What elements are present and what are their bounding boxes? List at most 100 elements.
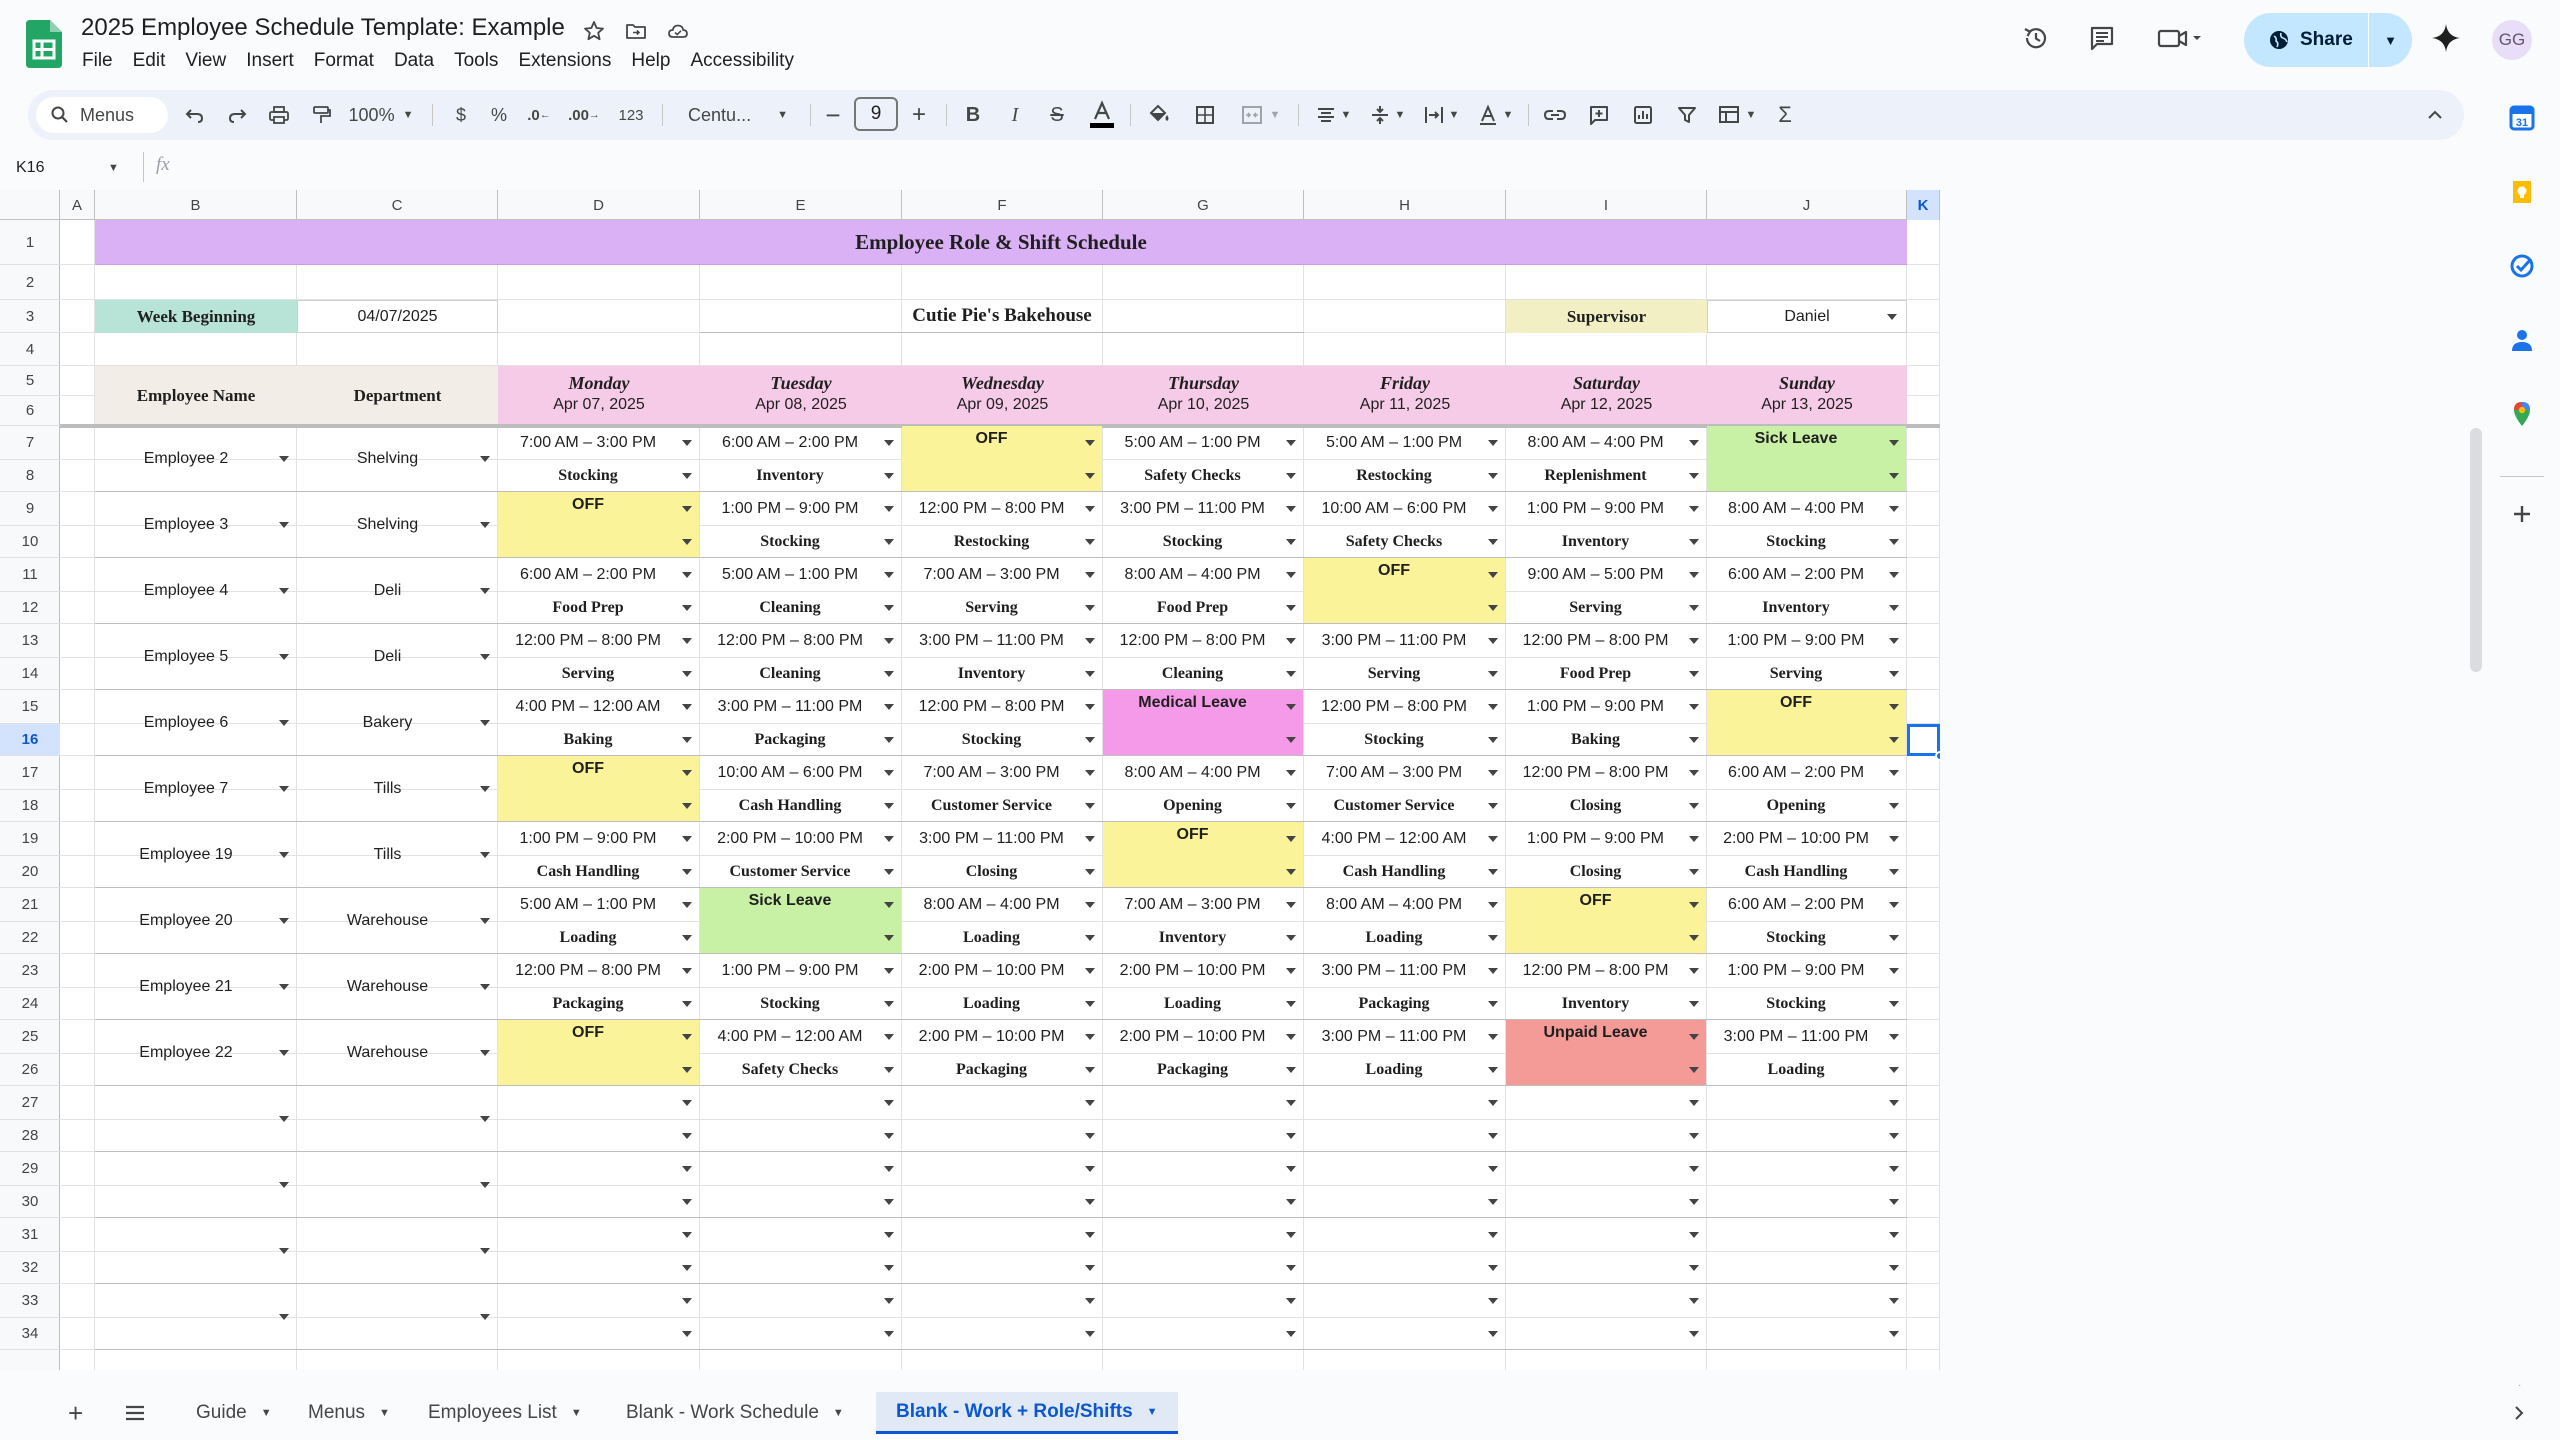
- shift-time-dropdown-icon[interactable]: [884, 968, 894, 974]
- shift-role-select[interactable]: Cleaning: [700, 592, 902, 624]
- shift-time-select[interactable]: OFF: [498, 756, 700, 790]
- shift-role-select[interactable]: [1304, 592, 1506, 624]
- department-dropdown-icon[interactable]: [480, 654, 490, 660]
- shift-time-dropdown-icon[interactable]: [1689, 440, 1699, 446]
- shift-role-select[interactable]: Packaging: [902, 1054, 1103, 1086]
- shift-role-dropdown-icon[interactable]: [1689, 1067, 1699, 1073]
- shift-role-select[interactable]: Loading: [902, 988, 1103, 1020]
- horizontal-align-icon[interactable]: ▼: [1308, 90, 1358, 140]
- shift-role-dropdown-icon[interactable]: [1488, 1001, 1498, 1007]
- row-header-33[interactable]: 33: [0, 1284, 60, 1318]
- shift-time-dropdown-icon[interactable]: [1689, 1034, 1699, 1040]
- day-name-header[interactable]: Thursday: [1103, 366, 1304, 396]
- shift-time-select[interactable]: [1304, 1284, 1506, 1318]
- employee-name-select[interactable]: [95, 1218, 297, 1284]
- shift-role-dropdown-icon[interactable]: [1689, 935, 1699, 941]
- shift-role-select[interactable]: Safety Checks: [1103, 460, 1304, 492]
- day-date-header[interactable]: Apr 12, 2025: [1506, 396, 1707, 426]
- tab-blank-work-schedule[interactable]: Blank - Work Schedule ▼: [606, 1392, 864, 1434]
- strikethrough-icon[interactable]: S: [1040, 90, 1074, 140]
- shift-role-dropdown-icon[interactable]: [1286, 803, 1296, 809]
- column-header-k[interactable]: K: [1907, 190, 1940, 220]
- department-select[interactable]: Tills: [297, 756, 498, 822]
- insert-link-icon[interactable]: [1536, 90, 1574, 140]
- shift-time-select[interactable]: [1103, 1284, 1304, 1318]
- fill-color-icon[interactable]: [1140, 90, 1178, 140]
- shift-time-select[interactable]: [700, 1218, 902, 1252]
- shift-time-select[interactable]: [1506, 1152, 1707, 1186]
- shift-time-dropdown-icon[interactable]: [1889, 770, 1899, 776]
- shift-role-select[interactable]: [1304, 1318, 1506, 1350]
- shift-time-select[interactable]: 5:00 AM – 1:00 PM: [700, 558, 902, 592]
- shift-role-dropdown-icon[interactable]: [1689, 605, 1699, 611]
- tasks-icon[interactable]: [2506, 250, 2538, 282]
- employee-dropdown-icon[interactable]: [279, 588, 289, 594]
- shift-time-dropdown-icon[interactable]: [682, 968, 692, 974]
- shift-role-dropdown-icon[interactable]: [682, 539, 692, 545]
- shift-time-select[interactable]: 3:00 PM – 11:00 PM: [1304, 1020, 1506, 1054]
- shift-time-select[interactable]: [1304, 1218, 1506, 1252]
- shift-time-dropdown-icon[interactable]: [884, 572, 894, 578]
- shift-role-dropdown-icon[interactable]: [884, 869, 894, 875]
- shift-time-select[interactable]: 4:00 PM – 12:00 AM: [498, 690, 700, 724]
- shift-time-select[interactable]: OFF: [1304, 558, 1506, 592]
- shift-time-dropdown-icon[interactable]: [1085, 1166, 1095, 1172]
- week-beginning-label[interactable]: Week Beginning: [95, 300, 297, 333]
- shift-role-select[interactable]: [1707, 1252, 1907, 1284]
- add-addon-icon[interactable]: [2506, 498, 2538, 530]
- shift-time-select[interactable]: 3:00 PM – 11:00 PM: [902, 624, 1103, 658]
- document-title[interactable]: 2025 Employee Schedule Template: Example: [81, 14, 565, 42]
- shift-time-dropdown-icon[interactable]: [1488, 1100, 1498, 1106]
- supervisor-dropdown-icon[interactable]: [1887, 314, 1897, 320]
- shift-role-dropdown-icon[interactable]: [1689, 671, 1699, 677]
- shift-time-dropdown-icon[interactable]: [1889, 572, 1899, 578]
- shift-role-select[interactable]: Cash Handling: [498, 856, 700, 888]
- shift-role-dropdown-icon[interactable]: [1085, 605, 1095, 611]
- shift-time-dropdown-icon[interactable]: [1286, 1034, 1296, 1040]
- department-select[interactable]: [297, 1284, 498, 1350]
- department-select[interactable]: Deli: [297, 558, 498, 624]
- decrease-decimal-button[interactable]: .0 ←: [522, 90, 556, 140]
- shift-time-dropdown-icon[interactable]: [682, 506, 692, 512]
- avatar[interactable]: GG: [2492, 20, 2532, 60]
- shift-time-dropdown-icon[interactable]: [1085, 572, 1095, 578]
- shift-role-dropdown-icon[interactable]: [1286, 1067, 1296, 1073]
- department-dropdown-icon[interactable]: [480, 852, 490, 858]
- shift-time-dropdown-icon[interactable]: [682, 440, 692, 446]
- shift-role-dropdown-icon[interactable]: [1889, 539, 1899, 545]
- shift-role-dropdown-icon[interactable]: [682, 737, 692, 743]
- shift-time-dropdown-icon[interactable]: [1488, 638, 1498, 644]
- menus-search-button[interactable]: Menus: [36, 97, 168, 133]
- collapse-toolbar-icon[interactable]: [2416, 90, 2454, 140]
- shift-time-dropdown-icon[interactable]: [1085, 770, 1095, 776]
- shift-time-dropdown-icon[interactable]: [682, 1166, 692, 1172]
- shift-time-dropdown-icon[interactable]: [1889, 1298, 1899, 1304]
- shift-time-dropdown-icon[interactable]: [1085, 440, 1095, 446]
- shift-role-select[interactable]: [1707, 1120, 1907, 1152]
- shift-time-select[interactable]: 2:00 PM – 10:00 PM: [1103, 954, 1304, 988]
- shift-role-select[interactable]: [1304, 1186, 1506, 1218]
- column-header-h[interactable]: H: [1304, 190, 1506, 220]
- shift-role-dropdown-icon[interactable]: [1085, 473, 1095, 479]
- functions-icon[interactable]: Σ: [1766, 90, 1804, 140]
- shift-time-select[interactable]: 6:00 AM – 2:00 PM: [498, 558, 700, 592]
- shift-role-dropdown-icon[interactable]: [1286, 1199, 1296, 1205]
- shift-role-dropdown-icon[interactable]: [884, 671, 894, 677]
- shift-time-select[interactable]: 2:00 PM – 10:00 PM: [1707, 822, 1907, 856]
- shift-role-dropdown-icon[interactable]: [1889, 671, 1899, 677]
- employee-name-header[interactable]: Employee Name: [95, 366, 297, 426]
- tab-guide[interactable]: Guide ▼: [176, 1392, 292, 1434]
- shift-role-select[interactable]: Opening: [1707, 790, 1907, 822]
- shift-role-select[interactable]: [498, 1120, 700, 1152]
- menu-extensions[interactable]: Extensions: [508, 46, 621, 76]
- row-header-14[interactable]: 14: [0, 658, 60, 690]
- column-header-a[interactable]: A: [60, 190, 95, 220]
- shift-time-dropdown-icon[interactable]: [1085, 1298, 1095, 1304]
- row-header-22[interactable]: 22: [0, 922, 60, 954]
- shift-role-select[interactable]: Stocking: [1707, 922, 1907, 954]
- department-select[interactable]: [297, 1152, 498, 1218]
- row-header-24[interactable]: 24: [0, 988, 60, 1020]
- row-header-13[interactable]: 13: [0, 624, 60, 658]
- day-name-header[interactable]: Wednesday: [902, 366, 1103, 396]
- shift-role-select[interactable]: Inventory: [1506, 988, 1707, 1020]
